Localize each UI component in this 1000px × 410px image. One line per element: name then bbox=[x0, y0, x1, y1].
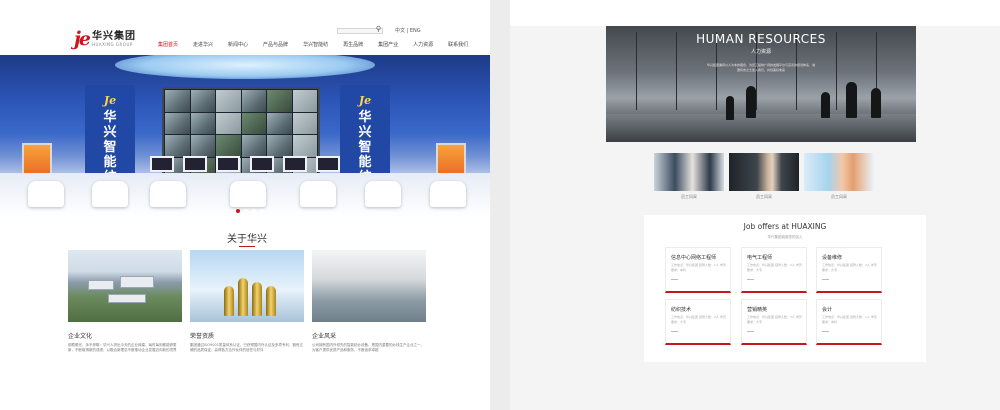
about-card-culture[interactable]: 企业文化 前瞻眼光，永不停歇：华兴人拼出今天的企业辉煌，每时每刻都能够更新，不断… bbox=[68, 250, 182, 353]
card-title: 荣誉资质 bbox=[190, 333, 215, 340]
carousel-dot-active[interactable] bbox=[236, 209, 240, 213]
card-title: 企业文化 bbox=[68, 333, 93, 340]
job-card[interactable]: 信息中心网络工程师 工作地点：华兴集团 招聘人数：1人 学历要求：本科 bbox=[665, 247, 731, 293]
about-card-honors[interactable]: 荣誉资质 集团通过ISO9001质量体系认证，已获得国内外认证及多项专利，拥有过… bbox=[190, 250, 304, 353]
hero-banner[interactable]: Je 华兴智能纺 Je 华兴智能纺 bbox=[0, 55, 490, 217]
arrow-icon bbox=[671, 331, 678, 335]
carousel-dots bbox=[228, 209, 264, 213]
arrow-icon bbox=[747, 279, 754, 283]
job-meta: 工作地点：华兴集团 招聘人数：1人 学历要求：本科 bbox=[822, 315, 877, 324]
arrow-icon bbox=[822, 279, 829, 283]
search-icon[interactable]: ⚲ bbox=[376, 26, 381, 33]
thumbnail-card[interactable]: 员工风采 bbox=[729, 153, 799, 200]
about-title: 关于华兴 bbox=[227, 234, 267, 245]
hero-description: 华兴集团秉持以人为本的理念，为员工提供广阔的发展平台与完善的培训体系，诚邀有志之… bbox=[706, 63, 815, 72]
job-meta: 工作地点：华兴集团 招聘人数：2人 学历要求：大专 bbox=[747, 263, 802, 272]
hr-hero-banner: HUMAN RESOURCES 人力资源 华兴集团秉持以人为本的理念，为员工提供… bbox=[606, 26, 916, 142]
thumbnail-card[interactable]: 员工风采 bbox=[654, 153, 724, 200]
team-photo bbox=[654, 153, 724, 191]
logo-subtitle: HUAXING GROUP bbox=[91, 42, 133, 47]
nav-item-hr[interactable]: 人力资源 bbox=[413, 42, 433, 48]
hero-brand-right: Je 华兴智能纺 bbox=[358, 94, 372, 185]
title-underline bbox=[239, 246, 255, 247]
job-title: 营销精英 bbox=[747, 307, 768, 313]
job-title: 信息中心网络工程师 bbox=[671, 255, 717, 261]
arrow-icon bbox=[747, 331, 754, 335]
carousel-dot[interactable] bbox=[260, 209, 264, 213]
hr-thumbnails: 员工风采 员工风采 员工风采 bbox=[654, 153, 874, 200]
job-title: 设备维修 bbox=[822, 255, 843, 261]
carousel-dot[interactable] bbox=[252, 209, 256, 213]
thumbnail-caption: 员工风采 bbox=[681, 194, 697, 199]
job-meta: 工作地点：华兴集团 招聘人数：5人 学历要求：大专 bbox=[747, 315, 802, 324]
logo-mark: je bbox=[74, 28, 91, 50]
nav-item-home[interactable]: 集团首页 bbox=[158, 42, 178, 48]
thumbnail-caption: 员工风采 bbox=[831, 194, 847, 199]
industrial-park-image bbox=[68, 250, 182, 322]
page-top-area bbox=[510, 0, 1000, 26]
job-card[interactable]: 营销精英 工作地点：华兴集团 招聘人数：5人 学历要求：大专 bbox=[741, 299, 807, 345]
hero-subtitle: 人力资源 bbox=[750, 49, 771, 55]
arrow-icon bbox=[822, 331, 829, 335]
hr-page-screenshot: HUMAN RESOURCES 人力资源 华兴集团秉持以人为本的理念，为员工提供… bbox=[510, 0, 1000, 410]
nav-item-smart-spinning[interactable]: 华兴智能纺 bbox=[303, 42, 328, 48]
nav-item-contact[interactable]: 联系我们 bbox=[448, 42, 468, 48]
factory-floor-image bbox=[312, 250, 426, 322]
carousel-dot[interactable] bbox=[244, 209, 248, 213]
jobs-title: Job offers at HUAXING bbox=[743, 222, 827, 231]
main-nav: 集团首页 走进华兴 新闻中心 产品与品牌 华兴智能纺 再生品牌 集团产业 人力资… bbox=[158, 42, 483, 48]
homepage-screenshot: je 华兴集团 HUAXING GROUP ⚲ 中文 | ENG 集团首页 走进… bbox=[0, 0, 490, 410]
job-title: 会计 bbox=[822, 307, 833, 313]
job-card[interactable]: 纺织技术 工作地点：华兴集团 招聘人数：2人 学历要求：大专 bbox=[665, 299, 731, 345]
hero-brand-left: Je 华兴智能纺 bbox=[103, 94, 117, 185]
job-card[interactable]: 设备维修 工作地点：华兴集团 招聘人数：3人 学历要求：大专 bbox=[816, 247, 882, 293]
card-text: 前瞻眼光，永不停歇：华兴人拼出今天的企业辉煌，每时每刻都能够更新，不断取得新的成… bbox=[68, 343, 177, 352]
job-meta: 工作地点：华兴集团 招聘人数：2人 学历要求：大专 bbox=[671, 315, 726, 324]
site-header: je 华兴集团 HUAXING GROUP ⚲ 中文 | ENG 集团首页 走进… bbox=[0, 0, 490, 55]
card-text: 集团通过ISO9001质量体系认证，已获得国内外认证及多项专利，拥有过硬的品质保… bbox=[190, 343, 303, 352]
card-title: 企业风采 bbox=[312, 333, 337, 340]
carousel-dot[interactable] bbox=[228, 209, 232, 213]
search-input[interactable]: ⚲ bbox=[337, 26, 383, 34]
nav-item-recycled[interactable]: 再生品牌 bbox=[343, 42, 363, 48]
logo-name: 华兴集团 bbox=[91, 31, 136, 42]
about-card-style[interactable]: 企业风采 公司拥有国内外领先的智能纺纱设备，是国内重要的纱线生产企业之一，为客户… bbox=[312, 250, 426, 353]
job-card[interactable]: 会计 工作地点：华兴集团 招聘人数：1人 学历要求：本科 bbox=[816, 299, 882, 345]
handshake-photo bbox=[729, 153, 799, 191]
hero-title: HUMAN RESOURCES bbox=[696, 32, 826, 46]
nav-item-news[interactable]: 新闻中心 bbox=[228, 42, 248, 48]
nav-item-products[interactable]: 产品与品牌 bbox=[263, 42, 288, 48]
thumbnail-card[interactable]: 员工风采 bbox=[804, 153, 874, 200]
nav-item-about[interactable]: 走进华兴 bbox=[193, 42, 213, 48]
trophy-image bbox=[190, 250, 304, 322]
job-meta: 工作地点：华兴集团 招聘人数：1人 学历要求：本科 bbox=[671, 263, 726, 272]
nav-item-industry[interactable]: 集团产业 bbox=[378, 42, 398, 48]
job-card[interactable]: 电气工程师 工作地点：华兴集团 招聘人数：2人 学历要求：大专 bbox=[741, 247, 807, 293]
job-title: 电气工程师 bbox=[747, 255, 773, 261]
arrow-icon bbox=[671, 279, 678, 283]
language-switch[interactable]: 中文 | ENG bbox=[395, 27, 421, 34]
about-section: 关于华兴 企业文化 前瞻眼光，永不停歇：华兴人拼出今天的企业辉煌，每时每刻都能够… bbox=[58, 220, 436, 365]
job-meta: 工作地点：华兴集团 招聘人数：3人 学历要求：大专 bbox=[822, 263, 877, 272]
lab-photo bbox=[804, 153, 874, 191]
job-title: 纺织技术 bbox=[671, 307, 692, 313]
card-text: 公司拥有国内外领先的智能纺纱设备，是国内重要的纱线生产企业之一，为客户提供优质产… bbox=[312, 343, 424, 352]
jobs-subtitle: 华兴集团诚邀您的加入 bbox=[767, 235, 803, 239]
job-offers-section: Job offers at HUAXING 华兴集团诚邀您的加入 信息中心网络工… bbox=[644, 215, 926, 362]
thumbnail-caption: 员工风采 bbox=[756, 194, 772, 199]
site-logo[interactable]: je 华兴集团 HUAXING GROUP bbox=[74, 30, 136, 49]
